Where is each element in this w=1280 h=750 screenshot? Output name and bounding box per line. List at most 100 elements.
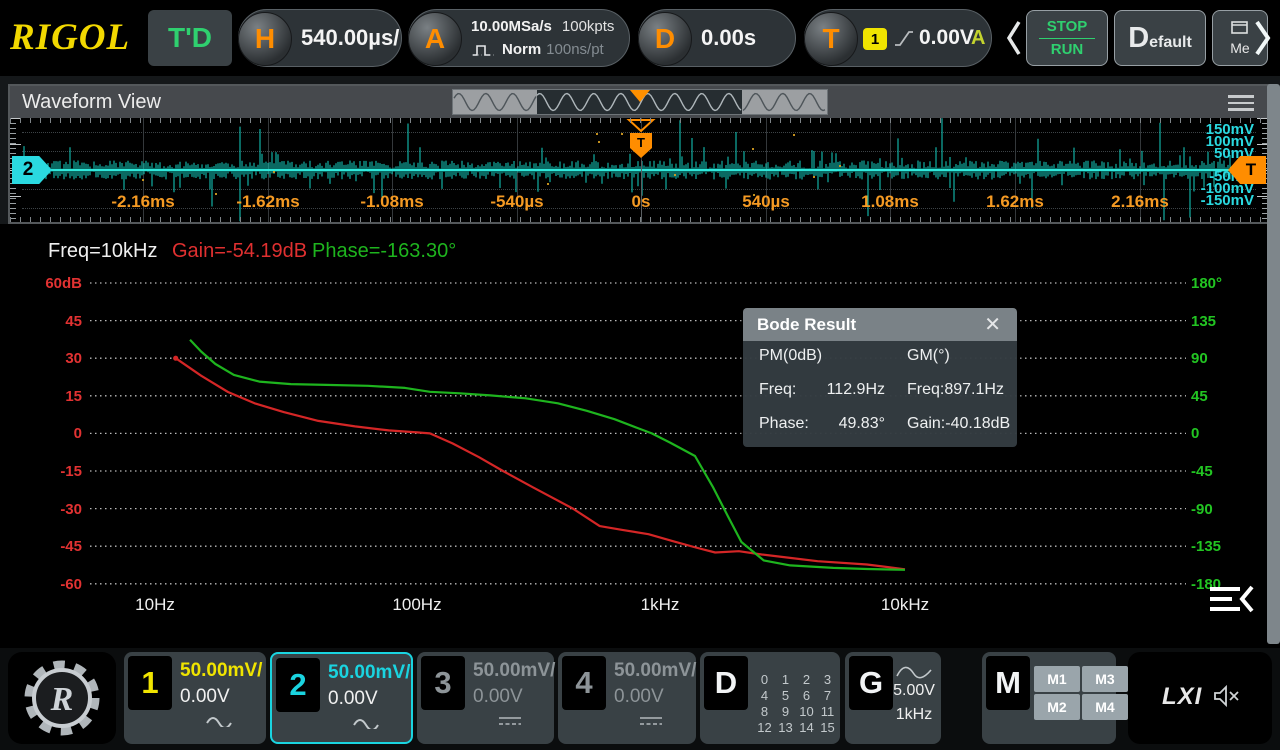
- phase-axis-tick: 135: [1191, 313, 1216, 330]
- channel2-number: 2: [276, 658, 320, 712]
- time-axis-label: -1.08ms: [360, 192, 423, 212]
- sample-rate: 10.00MSa/s: [471, 18, 552, 35]
- svg-text:T: T: [637, 135, 645, 150]
- math-button-m3[interactable]: M3: [1082, 666, 1128, 692]
- delay-settings[interactable]: D 0.00s: [638, 9, 796, 67]
- svg-text:R: R: [50, 681, 74, 718]
- trigger-settings[interactable]: T 1 0.00V A: [804, 9, 992, 67]
- acquisition-settings[interactable]: A 10.00MSa/s 100kpts Norm 100ns/pt: [408, 9, 630, 67]
- acquisition-mode-row: Norm 100ns/pt: [471, 41, 604, 58]
- speaker-muted-icon[interactable]: [1214, 684, 1240, 708]
- frequency-axis-tick: 100Hz: [392, 595, 441, 615]
- gain-axis-tick: 30: [30, 350, 82, 367]
- horizontal-settings[interactable]: H 540.00µs/: [238, 9, 402, 67]
- math-tile[interactable]: M M1M3M2M4: [982, 652, 1116, 744]
- stop-run-button[interactable]: STOP RUN: [1026, 10, 1108, 66]
- time-axis-label: 0s: [632, 192, 651, 212]
- trigger-source-badge: 1: [863, 28, 887, 50]
- math-button-m2[interactable]: M2: [1034, 694, 1080, 720]
- bode-result-title: Bode Result: [757, 308, 856, 341]
- collapse-menu-icon[interactable]: [1206, 584, 1256, 616]
- phase-axis-tick: 45: [1191, 388, 1208, 405]
- gain-axis-tick: -45: [30, 538, 82, 555]
- waveform-view-header: Waveform View: [10, 86, 1268, 118]
- acquisition-mode: Norm: [502, 41, 541, 58]
- generator-frequency: 1kHz: [891, 706, 937, 724]
- channel1-scale: 50.00mV/: [180, 660, 262, 682]
- channel2-tile[interactable]: 2 50.00mV/ 0.00V: [270, 652, 413, 744]
- bode-result-body: PM(0dB) GM(°) Freq: 112.9Hz Freq:897.1Hz…: [743, 341, 1017, 447]
- default-button[interactable]: Default: [1114, 10, 1206, 66]
- digital-bit-label: 15: [817, 720, 838, 736]
- time-axis-label: 2.16ms: [1111, 192, 1169, 212]
- gain-axis-tick: -60: [30, 576, 82, 593]
- gain-axis-tick: -15: [30, 463, 82, 480]
- math-button-m4[interactable]: M4: [1082, 694, 1128, 720]
- channel3-scale: 50.00mV/: [473, 660, 555, 682]
- waveform-view-title: Waveform View: [22, 86, 161, 118]
- oscilloscope-screen: RIGOL T'D H 540.00µs/ A 10.00MSa/s100kpt…: [0, 0, 1280, 750]
- close-icon[interactable]: ✕: [978, 311, 1007, 338]
- trigger-status-button[interactable]: T'D: [148, 10, 232, 66]
- phase-axis-tick: -135: [1191, 538, 1221, 555]
- digital-bit-label: 12: [754, 720, 775, 736]
- trigger-position-line: [641, 160, 642, 222]
- delay-knob[interactable]: D: [638, 12, 692, 66]
- rigol-gear-logo[interactable]: R: [8, 652, 116, 744]
- pm-header: PM(0dB): [759, 347, 822, 365]
- phase-axis-tick: -90: [1191, 501, 1213, 518]
- gain-axis-tick: -30: [30, 501, 82, 518]
- menu-icon[interactable]: [1228, 95, 1254, 115]
- timebase-value: 540.00µs/: [301, 10, 399, 66]
- bode-result-popup[interactable]: Bode Result ✕ PM(0dB) GM(°) Freq: 112.9H…: [743, 308, 1017, 447]
- channel3-tile[interactable]: 3 50.00mV/ 0.00V: [417, 652, 554, 744]
- bode-result-header[interactable]: Bode Result ✕: [743, 308, 1017, 341]
- lxi-logo: LXI: [1162, 683, 1202, 711]
- quick-buttons-cluster: STOP RUN Default Me: [1000, 5, 1276, 71]
- math-button-m1[interactable]: M1: [1034, 666, 1080, 692]
- chevron-left-icon[interactable]: [1004, 18, 1024, 58]
- gain-axis-tick: 60dB: [30, 275, 82, 292]
- time-axis-label: 1.62ms: [986, 192, 1044, 212]
- channel1-number: 1: [128, 656, 172, 710]
- display-icon: [1231, 21, 1249, 35]
- acquisition-rate-row: 10.00MSa/s 100kpts: [471, 18, 614, 35]
- delay-key: D: [655, 23, 675, 55]
- trigger-position-marker[interactable]: T: [621, 118, 661, 164]
- digital-channels-tile[interactable]: D 0123456789101112131415: [700, 652, 840, 744]
- phase-axis-tick: -45: [1191, 463, 1213, 480]
- digital-bit-label: 7: [817, 688, 838, 704]
- channel4-scale: 50.00mV/: [614, 660, 696, 682]
- waveform-strip[interactable]: T -2.16ms-1.62ms-1.08ms-540µs0s540µs1.08…: [10, 118, 1268, 222]
- phase-axis-tick: 0: [1191, 425, 1199, 442]
- right-edge-scrollbar[interactable]: [1267, 84, 1280, 644]
- digital-bit-label: 3: [817, 672, 838, 688]
- stop-label: STOP: [1027, 16, 1107, 38]
- digital-bit-label: 5: [775, 688, 796, 704]
- horizontal-knob[interactable]: H: [238, 12, 292, 66]
- timebase-overview-strip[interactable]: [452, 89, 828, 115]
- gm-gain-value: Gain:-40.18dB: [907, 415, 1010, 433]
- channel4-tile[interactable]: 4 50.00mV/ 0.00V: [558, 652, 696, 744]
- math-buttons-grid: M1M3M2M4: [1034, 666, 1128, 720]
- digital-bit-label: 4: [754, 688, 775, 704]
- ac-coupling-icon: [178, 714, 260, 732]
- frequency-axis-tick: 1kHz: [641, 595, 680, 615]
- gear-icon: R: [8, 652, 116, 744]
- dc-coupling-icon: [612, 714, 690, 732]
- digital-bit-label: 9: [775, 704, 796, 720]
- rising-edge-icon: [893, 27, 915, 49]
- generator-tile[interactable]: G 5.00V 1kHz: [845, 652, 941, 744]
- pm-phase-value: 49.83°: [815, 415, 885, 433]
- channel1-tile[interactable]: 1 50.00mV/ 0.00V: [124, 652, 266, 744]
- acquisition-knob[interactable]: A: [408, 12, 462, 66]
- digital-bit-label: 2: [796, 672, 817, 688]
- chevron-right-icon[interactable]: [1252, 18, 1274, 58]
- channel2-scale: 50.00mV/: [328, 662, 410, 684]
- digital-bit-label: 13: [775, 720, 796, 736]
- trigger-knob[interactable]: T: [804, 12, 858, 66]
- channel3-offset: 0.00V: [473, 686, 523, 708]
- waveform-view-panel: Waveform View T -2.16ms-1.62ms-1.08ms-54…: [8, 84, 1270, 224]
- digital-bit-label: 0: [754, 672, 775, 688]
- memory-depth: 100kpts: [562, 18, 615, 35]
